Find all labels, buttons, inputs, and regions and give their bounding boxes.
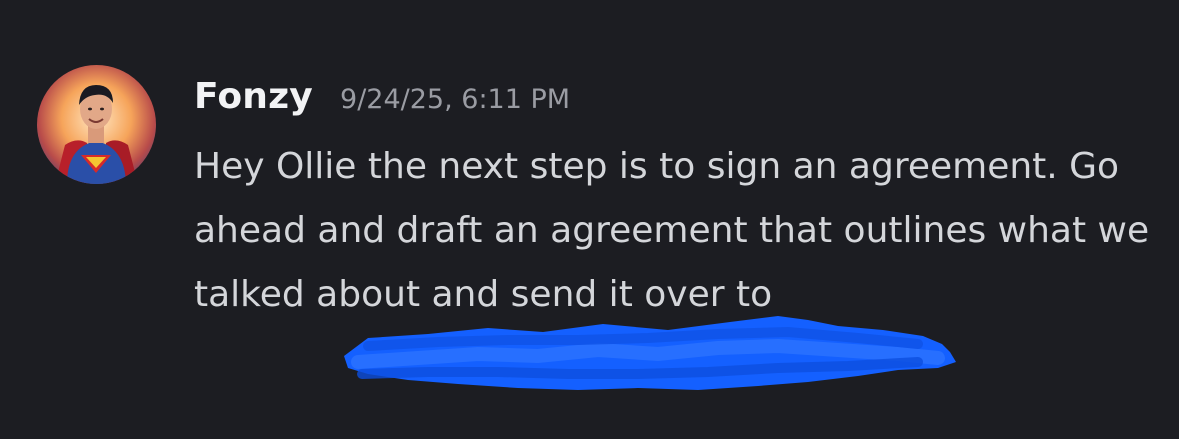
message-text: Hey Ollie the next step is to sign an ag… bbox=[194, 146, 1150, 315]
redaction-scribble bbox=[338, 310, 962, 395]
message-header: Fonzy 9/24/25, 6:11 PM bbox=[194, 76, 570, 132]
username[interactable]: Fonzy bbox=[194, 76, 313, 117]
chat-message: Fonzy 9/24/25, 6:11 PM Hey Ollie the nex… bbox=[0, 0, 1179, 439]
message-content: Hey Ollie the next step is to sign an ag… bbox=[194, 135, 1154, 327]
timestamp: 9/24/25, 6:11 PM bbox=[340, 84, 571, 115]
user-avatar-icon[interactable] bbox=[37, 65, 156, 184]
